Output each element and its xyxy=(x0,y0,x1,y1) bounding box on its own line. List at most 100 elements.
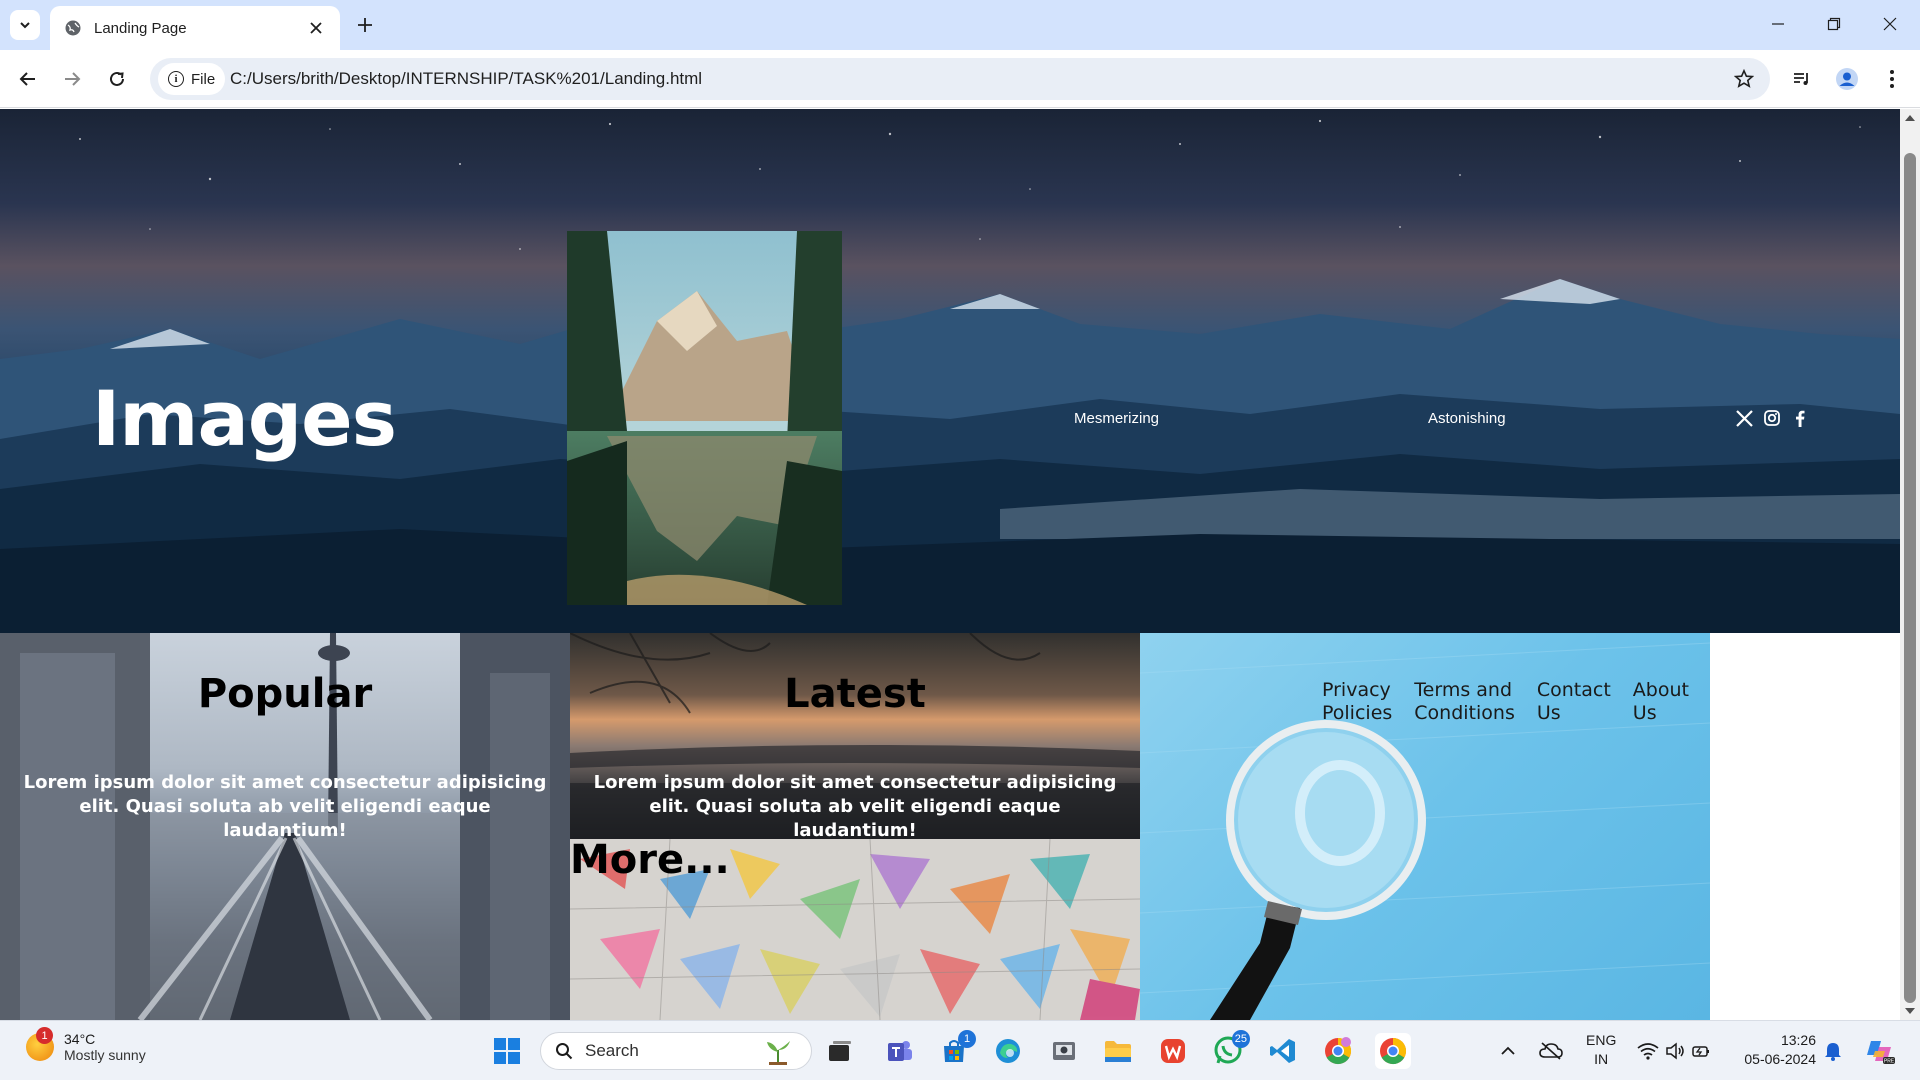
nav-link-mesmerizing[interactable]: Mesmerizing xyxy=(1074,410,1159,427)
url-text[interactable]: C:/Users/brith/Desktop/INTERNSHIP/TASK%2… xyxy=(230,69,702,89)
seedling-icon xyxy=(767,1041,790,1065)
taskbar-search-box[interactable]: Search xyxy=(540,1032,812,1070)
weather-condition: Mostly sunny xyxy=(64,1047,146,1063)
language-code: ENG xyxy=(1586,1032,1617,1048)
reload-icon xyxy=(110,71,124,86)
arrow-left-icon xyxy=(19,72,35,86)
card-popular[interactable]: Popular Lorem ipsum dolor sit amet conse… xyxy=(0,633,570,1020)
more-vertical-icon xyxy=(1890,70,1894,88)
chrome-icon xyxy=(1325,1037,1352,1065)
card-popular-title: Popular xyxy=(197,671,373,717)
chevron-down-icon xyxy=(20,22,30,29)
taskbar-search-label: Search xyxy=(585,1041,639,1060)
vscode-app[interactable] xyxy=(1265,1033,1301,1069)
close-icon xyxy=(1883,17,1897,31)
plus-icon xyxy=(358,18,372,32)
volume-icon xyxy=(1666,1042,1684,1060)
profile-button[interactable] xyxy=(1831,63,1863,95)
photos-scanner-app[interactable] xyxy=(1046,1033,1082,1069)
windows-logo-icon xyxy=(494,1038,520,1064)
forward-button[interactable] xyxy=(56,63,88,95)
card-more[interactable]: More... xyxy=(570,839,1140,1020)
site-info-chip[interactable]: i File xyxy=(158,63,226,95)
x-icon[interactable] xyxy=(1735,409,1753,427)
profile-avatar-icon xyxy=(1836,68,1858,90)
quick-settings-button[interactable] xyxy=(1630,1033,1718,1069)
card-popular-text: Lorem ipsum dolor sit amet consectetur a… xyxy=(23,772,547,841)
language-region: IN xyxy=(1594,1051,1609,1067)
weather-widget[interactable]: 1 34°C Mostly sunny xyxy=(26,1027,146,1063)
tab-search-button[interactable] xyxy=(10,10,40,40)
reload-button[interactable] xyxy=(101,63,133,95)
address-bar[interactable]: i File C:/Users/brith/Desktop/INTERNSHIP… xyxy=(150,58,1770,100)
store-badge: 1 xyxy=(958,1030,976,1048)
media-controls-button[interactable] xyxy=(1786,63,1818,95)
teams-app[interactable] xyxy=(882,1033,918,1069)
vscode-icon xyxy=(1270,1039,1295,1063)
hero-title: Images xyxy=(92,374,397,463)
info-icon: i xyxy=(168,71,184,87)
microsoft-store-app[interactable]: 1 xyxy=(936,1030,976,1069)
footer-link-label: Contact xyxy=(1536,679,1611,701)
show-hidden-icons-button[interactable] xyxy=(1494,1033,1522,1069)
whatsapp-app[interactable]: 25 xyxy=(1210,1030,1250,1069)
vertical-scrollbar[interactable] xyxy=(1900,109,1920,1020)
restore-button[interactable] xyxy=(1812,6,1856,42)
scanner-icon xyxy=(1053,1042,1075,1060)
facebook-icon[interactable] xyxy=(1791,409,1809,427)
instagram-icon[interactable] xyxy=(1763,409,1781,427)
onedrive-status[interactable] xyxy=(1536,1033,1566,1069)
footer-link-contact-us[interactable]: Contact Us xyxy=(1537,679,1611,725)
clock-date: 05-06-2024 xyxy=(1744,1051,1816,1067)
sun-icon: 1 xyxy=(26,1027,54,1061)
whatsapp-badge: 25 xyxy=(1231,1030,1250,1048)
footer-link-about-us[interactable]: About Us xyxy=(1633,679,1689,725)
cloud-off-icon xyxy=(1539,1042,1563,1060)
playlist-icon xyxy=(1794,73,1808,85)
browser-menu-button[interactable] xyxy=(1876,63,1908,95)
file-explorer-app[interactable] xyxy=(1100,1033,1136,1069)
close-window-button[interactable] xyxy=(1868,6,1912,42)
copilot-button[interactable]: PRE xyxy=(1862,1033,1898,1069)
minimize-button[interactable] xyxy=(1756,6,1800,42)
tab-strip: Landing Page xyxy=(0,0,1920,50)
bookmark-star-icon[interactable] xyxy=(1732,67,1756,91)
bell-icon xyxy=(1825,1043,1841,1061)
browser-toolbar: i File C:/Users/brith/Desktop/INTERNSHIP… xyxy=(0,50,1920,108)
start-button[interactable] xyxy=(489,1033,525,1069)
footer-link-label: Privacy xyxy=(1322,679,1391,701)
restore-icon xyxy=(1827,17,1841,31)
minimize-icon xyxy=(1772,23,1784,25)
edge-app[interactable] xyxy=(990,1033,1026,1069)
wps-office-icon xyxy=(1161,1039,1185,1063)
scroll-up-arrow-icon[interactable] xyxy=(1905,115,1915,121)
system-clock[interactable]: 13:26 05-06-2024 xyxy=(1736,1031,1816,1069)
svg-text:PRE: PRE xyxy=(1884,1059,1895,1065)
task-view-button[interactable] xyxy=(822,1033,858,1069)
teams-icon xyxy=(888,1041,912,1061)
chrome-profile-app[interactable] xyxy=(1320,1033,1356,1069)
chrome-app-active[interactable] xyxy=(1375,1033,1411,1069)
wifi-icon xyxy=(1637,1043,1659,1060)
notifications-button[interactable] xyxy=(1818,1033,1848,1069)
tab-landing-page[interactable]: Landing Page xyxy=(50,6,340,50)
back-button[interactable] xyxy=(12,63,44,95)
scroll-thumb[interactable] xyxy=(1904,153,1916,1003)
footer-link-privacy-policies[interactable]: Privacy Policies xyxy=(1322,679,1392,725)
card-latest[interactable]: Latest Lorem ipsum dolor sit amet consec… xyxy=(570,633,1140,839)
input-language-indicator[interactable]: ENG IN xyxy=(1586,1031,1616,1069)
task-view-icon xyxy=(829,1041,851,1061)
footer-link-terms[interactable]: Terms and Conditions xyxy=(1414,679,1515,725)
folder-icon xyxy=(1105,1041,1131,1062)
close-tab-icon[interactable] xyxy=(306,18,326,38)
wps-office-app[interactable] xyxy=(1155,1033,1191,1069)
hero-section: Images Mesmerizing Astonishing xyxy=(0,109,1900,633)
scroll-down-arrow-icon[interactable] xyxy=(1905,1008,1915,1014)
footer-card: Privacy Policies Terms and Conditions Co… xyxy=(1140,633,1710,1020)
weather-temperature: 34°C xyxy=(64,1031,96,1047)
social-links xyxy=(1735,409,1809,427)
weather-badge: 1 xyxy=(36,1027,53,1044)
nav-link-astonishing[interactable]: Astonishing xyxy=(1428,410,1506,427)
hero-lake-photo xyxy=(567,231,842,605)
new-tab-button[interactable] xyxy=(352,12,378,38)
